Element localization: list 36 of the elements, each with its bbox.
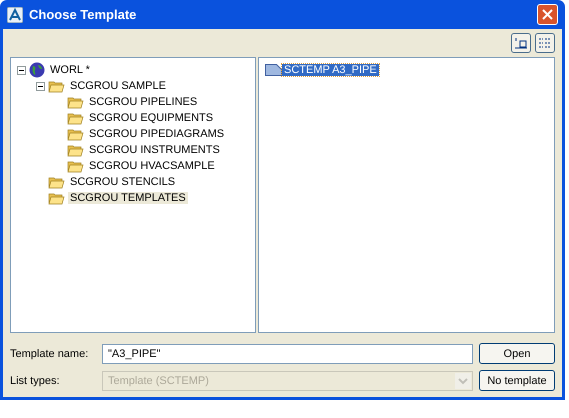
template-name-field[interactable]: "A3_PIPE" bbox=[102, 344, 473, 364]
tree-item[interactable]: SCGROU EQUIPMENTS bbox=[87, 112, 216, 124]
folder-icon bbox=[67, 95, 84, 109]
folder-icon bbox=[67, 143, 84, 157]
collapse-toggle[interactable] bbox=[17, 66, 26, 74]
folder-icon bbox=[67, 127, 84, 141]
folder-icon bbox=[67, 159, 84, 173]
list-view-icon bbox=[515, 37, 527, 49]
globe-icon bbox=[29, 62, 45, 78]
folder-icon bbox=[48, 191, 65, 205]
window-title: Choose Template bbox=[29, 7, 138, 22]
file-item[interactable]: SCTEMP A3_PIPE bbox=[282, 64, 379, 76]
details-view-button[interactable] bbox=[535, 33, 555, 53]
no-template-button[interactable]: No template bbox=[479, 370, 555, 391]
open-button[interactable]: Open bbox=[479, 343, 555, 364]
chevron-down-icon bbox=[455, 372, 471, 388]
tree-item[interactable]: WORL * bbox=[48, 64, 92, 76]
folder-icon bbox=[67, 111, 84, 125]
folder-icon bbox=[48, 175, 65, 189]
list-view-button[interactable] bbox=[511, 33, 531, 53]
tree-item[interactable]: SCGROU PIPELINES bbox=[87, 96, 200, 108]
close-icon bbox=[542, 9, 553, 20]
document-icon bbox=[265, 64, 282, 76]
details-view-icon bbox=[539, 37, 551, 49]
field-label: List types: bbox=[10, 374, 60, 388]
tree-item[interactable]: SCGROU STENCILS bbox=[68, 176, 178, 188]
tree-item[interactable]: SCGROU SAMPLE bbox=[68, 80, 168, 92]
close-button[interactable] bbox=[537, 4, 558, 25]
tree-item[interactable]: SCGROU PIPEDIAGRAMS bbox=[87, 128, 226, 140]
tree-item[interactable]: SCGROU TEMPLATES bbox=[68, 192, 188, 204]
tree-item[interactable]: SCGROU HVACSAMPLE bbox=[87, 160, 217, 172]
app-icon bbox=[7, 6, 23, 22]
field-label: Template name: bbox=[10, 346, 88, 360]
folder-icon bbox=[48, 79, 65, 93]
tree-item[interactable]: SCGROU INSTRUMENTS bbox=[87, 144, 222, 156]
collapse-toggle[interactable] bbox=[36, 82, 45, 90]
